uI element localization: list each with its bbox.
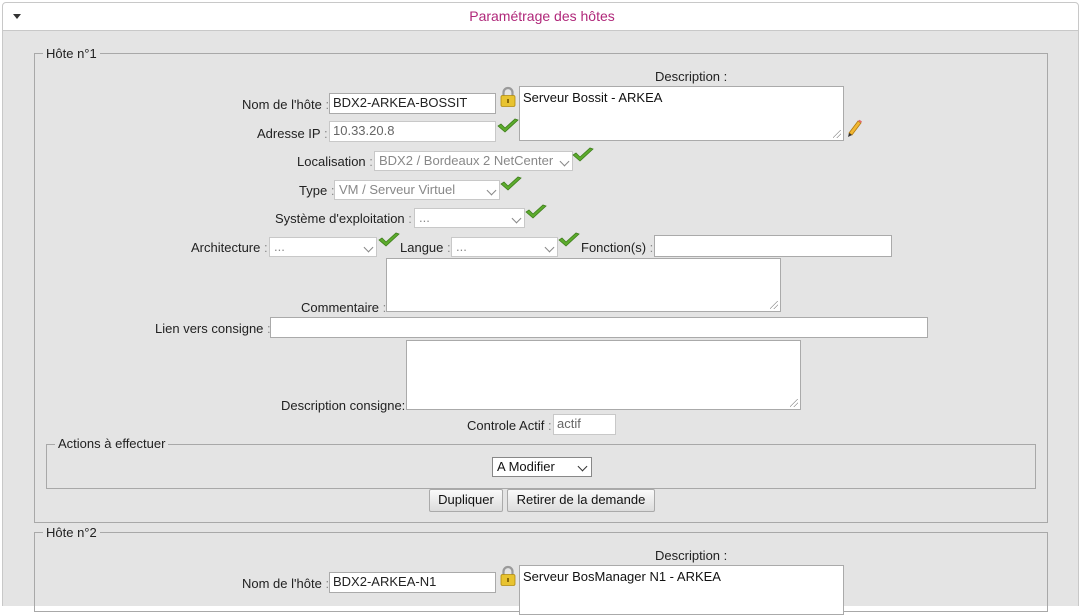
description-textarea-2[interactable]: Serveur BosManager N1 - ARKEA — [519, 565, 844, 615]
resize-grip-icon[interactable] — [770, 301, 778, 309]
duplicate-button[interactable]: Dupliquer — [429, 489, 503, 512]
chevron-down-icon — [486, 185, 497, 196]
chevron-down-icon — [511, 213, 522, 224]
resize-grip-icon[interactable] — [790, 399, 798, 407]
control-label: Controle Actif : — [467, 418, 552, 433]
location-label: Localisation : — [297, 154, 373, 169]
language-label: Langue : — [400, 240, 451, 255]
host-2-legend: Hôte n°2 — [43, 525, 100, 540]
check-icon — [525, 204, 547, 219]
link-input[interactable] — [270, 317, 928, 338]
actions-legend: Actions à effectuer — [55, 436, 169, 451]
os-label: Système d'exploitation : — [275, 211, 412, 226]
architecture-select[interactable]: ... — [269, 237, 377, 257]
pencil-icon[interactable] — [845, 118, 863, 138]
functions-label: Fonction(s) : — [581, 240, 654, 255]
functions-input[interactable] — [654, 235, 892, 257]
panel-title: Paramétrage des hôtes — [469, 8, 615, 24]
type-label: Type : — [299, 183, 335, 198]
host-name-input[interactable]: BDX2-ARKEA-BOSSIT — [329, 93, 496, 114]
comment-textarea[interactable] — [386, 258, 781, 312]
check-icon — [572, 147, 594, 162]
host-1-legend: Hôte n°1 — [43, 46, 100, 61]
lock-icon — [500, 86, 516, 107]
os-select[interactable]: ... — [414, 208, 525, 228]
location-select[interactable]: BDX2 / Bordeaux 2 NetCenter — [374, 151, 573, 171]
link-label: Lien vers consigne : — [155, 321, 271, 336]
control-input[interactable]: actif — [553, 414, 616, 435]
desc-consigne-textarea[interactable] — [406, 340, 801, 410]
architecture-label: Architecture : — [191, 240, 268, 255]
chevron-down-icon — [363, 242, 374, 253]
host-name-label: Nom de l'hôte : — [242, 97, 330, 112]
desc-consigne-label: Description consigne: — [281, 398, 406, 413]
chevron-down-icon — [559, 156, 570, 167]
check-icon — [558, 232, 580, 247]
action-select[interactable]: A Modifier — [492, 457, 592, 477]
ip-input[interactable]: 10.33.20.8 — [329, 121, 496, 142]
resize-grip-icon[interactable] — [833, 130, 841, 138]
remove-button[interactable]: Retirer de la demande — [507, 489, 655, 512]
host-name-input-2[interactable]: BDX2-ARKEA-N1 — [329, 572, 496, 593]
type-select[interactable]: VM / Serveur Virtuel — [334, 180, 500, 200]
comment-label: Commentaire : — [301, 300, 387, 315]
check-icon — [497, 118, 519, 133]
host-name-label-2: Nom de l'hôte : — [242, 576, 330, 591]
check-icon — [500, 176, 522, 191]
description-label-2: Description : — [655, 548, 728, 563]
language-select[interactable]: ... — [451, 237, 558, 257]
chevron-down-icon — [577, 461, 588, 472]
check-icon — [378, 232, 400, 247]
lock-icon — [500, 565, 516, 586]
description-label: Description : — [655, 69, 728, 84]
description-value: Serveur Bossit - ARKEA — [523, 90, 663, 105]
description-textarea[interactable]: Serveur Bossit - ARKEA — [519, 86, 844, 141]
chevron-down-icon — [544, 242, 555, 253]
ip-label: Adresse IP : — [257, 126, 328, 141]
